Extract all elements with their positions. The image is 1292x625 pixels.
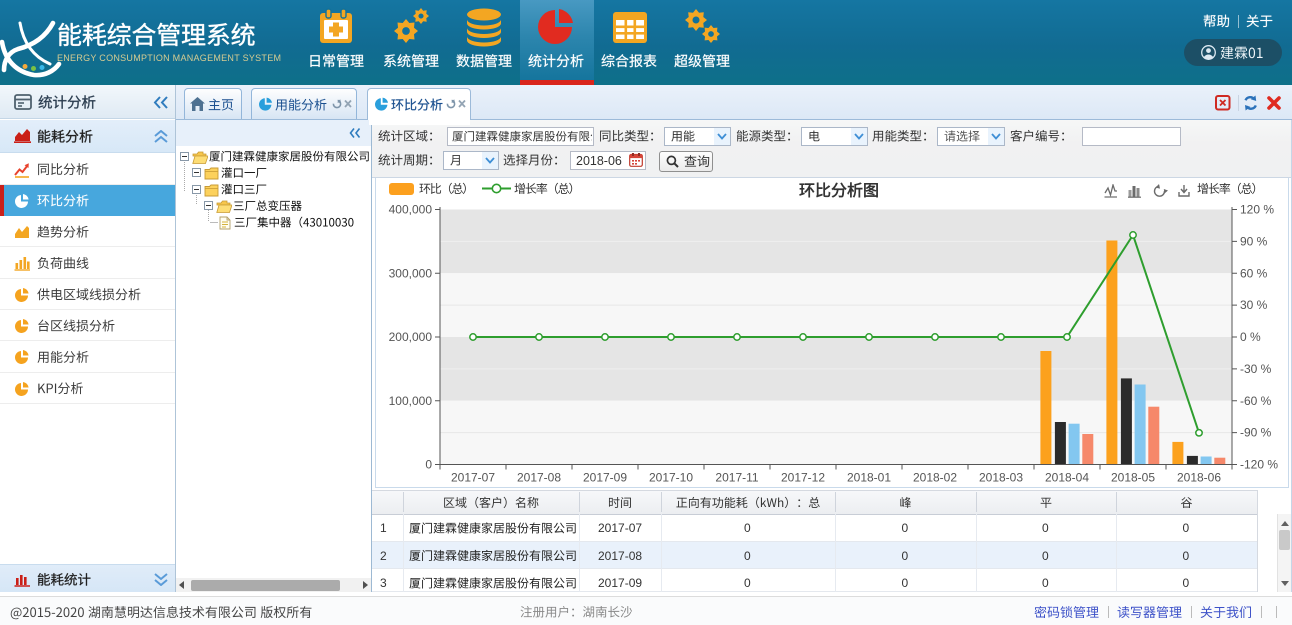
- svg-text:400,000: 400,000: [389, 203, 433, 217]
- svg-text:2018-06: 2018-06: [1177, 471, 1221, 485]
- svg-text:120 %: 120 %: [1240, 203, 1274, 217]
- svg-text:0: 0: [425, 458, 432, 472]
- svg-text:2018-02: 2018-02: [913, 471, 957, 485]
- svg-text:2018-04: 2018-04: [1045, 471, 1089, 485]
- svg-text:2017-08: 2017-08: [517, 471, 561, 485]
- svg-text:90 %: 90 %: [1240, 234, 1268, 248]
- svg-text:2017-12: 2017-12: [781, 471, 825, 485]
- svg-text:0 %: 0 %: [1240, 330, 1261, 344]
- svg-text:-60 %: -60 %: [1240, 394, 1272, 408]
- svg-text:-90 %: -90 %: [1240, 426, 1272, 440]
- svg-text:60 %: 60 %: [1240, 266, 1268, 280]
- svg-text:2018-01: 2018-01: [847, 471, 891, 485]
- svg-text:-120 %: -120 %: [1240, 458, 1278, 472]
- svg-text:30 %: 30 %: [1240, 298, 1268, 312]
- svg-text:2017-10: 2017-10: [649, 471, 693, 485]
- svg-text:100,000: 100,000: [389, 394, 433, 408]
- svg-text:2018-03: 2018-03: [979, 471, 1023, 485]
- svg-text:300,000: 300,000: [389, 266, 433, 280]
- svg-text:200,000: 200,000: [389, 330, 433, 344]
- svg-text:-30 %: -30 %: [1240, 362, 1272, 376]
- svg-text:2017-07: 2017-07: [451, 471, 495, 485]
- svg-text:2017-09: 2017-09: [583, 471, 627, 485]
- svg-text:2018-05: 2018-05: [1111, 471, 1155, 485]
- svg-text:2017-11: 2017-11: [715, 471, 758, 485]
